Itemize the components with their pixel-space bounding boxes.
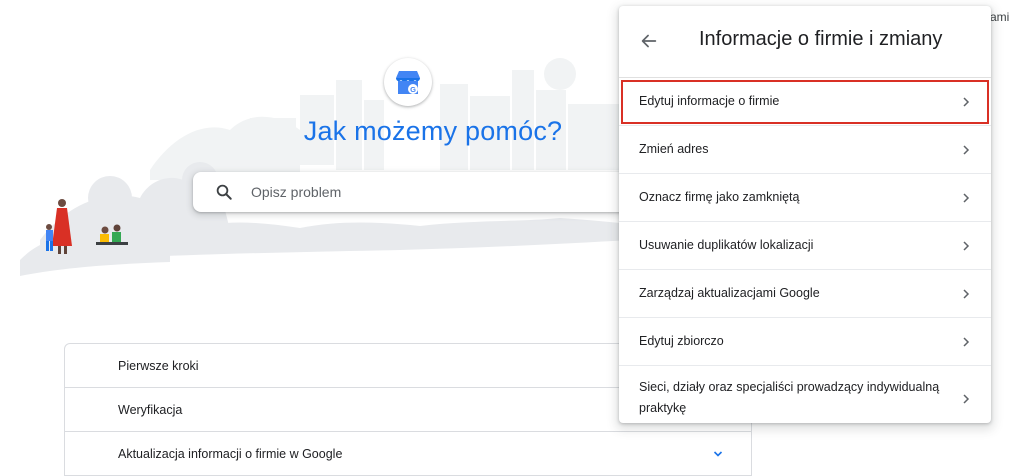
- panel-item-label: Sieci, działy oraz specjaliści prowadząc…: [639, 380, 940, 415]
- panel-item-label: Zarządzaj aktualizacjami Google: [639, 286, 820, 300]
- search-icon[interactable]: [215, 183, 233, 201]
- topic-label: Pierwsze kroki: [118, 358, 199, 373]
- panel-item-oznacz-zamknieta[interactable]: Oznacz firmę jako zamkniętą: [619, 174, 991, 222]
- page-title: Jak możemy pomóc?: [303, 116, 563, 146]
- panel-item-zarzadzaj-aktualizacjami[interactable]: Zarządzaj aktualizacjami Google: [619, 270, 991, 318]
- chevron-right-icon: [963, 144, 970, 155]
- chevron-right-icon: [963, 96, 970, 107]
- logo-letter: G: [410, 85, 416, 94]
- chevron-right-icon: [963, 288, 970, 299]
- panel-item-edytuj-zbiorczo[interactable]: Edytuj zbiorczo: [619, 318, 991, 366]
- topic-label: Aktualizacja informacji o firmie w Googl…: [118, 446, 343, 461]
- chevron-right-icon: [963, 240, 970, 251]
- panel-item-usuwanie-duplikatow[interactable]: Usuwanie duplikatów lokalizacji: [619, 222, 991, 270]
- top-right-partial-text: ami: [990, 10, 1010, 24]
- panel-item-zmien-adres[interactable]: Zmień adres: [619, 126, 991, 174]
- chevron-down-icon[interactable]: [712, 448, 724, 460]
- google-my-business-store-icon: G: [396, 71, 420, 94]
- topic-label: Weryfikacja: [118, 402, 183, 417]
- search-input[interactable]: [251, 172, 631, 212]
- panel-header: Informacje o firmie i zmiany: [619, 6, 991, 78]
- panel-title: Informacje o firmie i zmiany: [699, 28, 943, 50]
- topic-popup-panel: Informacje o firmie i zmiany Edytuj info…: [619, 6, 991, 423]
- arrow-back-icon[interactable]: [638, 30, 660, 52]
- topic-aktualizacja-informacji[interactable]: Aktualizacja informacji o firmie w Googl…: [65, 432, 751, 476]
- panel-item-sieci-dzialy[interactable]: Sieci, działy oraz specjaliści prowadząc…: [619, 366, 991, 432]
- panel-item-label: Zmień adres: [639, 142, 709, 156]
- panel-item-label: Oznacz firmę jako zamkniętą: [639, 190, 800, 204]
- panel-item-edytuj-informacje[interactable]: Edytuj informacje o firmie: [619, 78, 991, 126]
- chevron-right-icon: [963, 394, 970, 404]
- chevron-right-icon: [963, 192, 970, 203]
- panel-item-label: Usuwanie duplikatów lokalizacji: [639, 238, 814, 252]
- product-logo: G: [384, 58, 432, 106]
- panel-item-label: Edytuj informacje o firmie: [639, 94, 780, 108]
- chevron-right-icon: [963, 336, 970, 347]
- panel-item-label: Edytuj zbiorczo: [639, 334, 724, 348]
- search-box[interactable]: [193, 172, 653, 212]
